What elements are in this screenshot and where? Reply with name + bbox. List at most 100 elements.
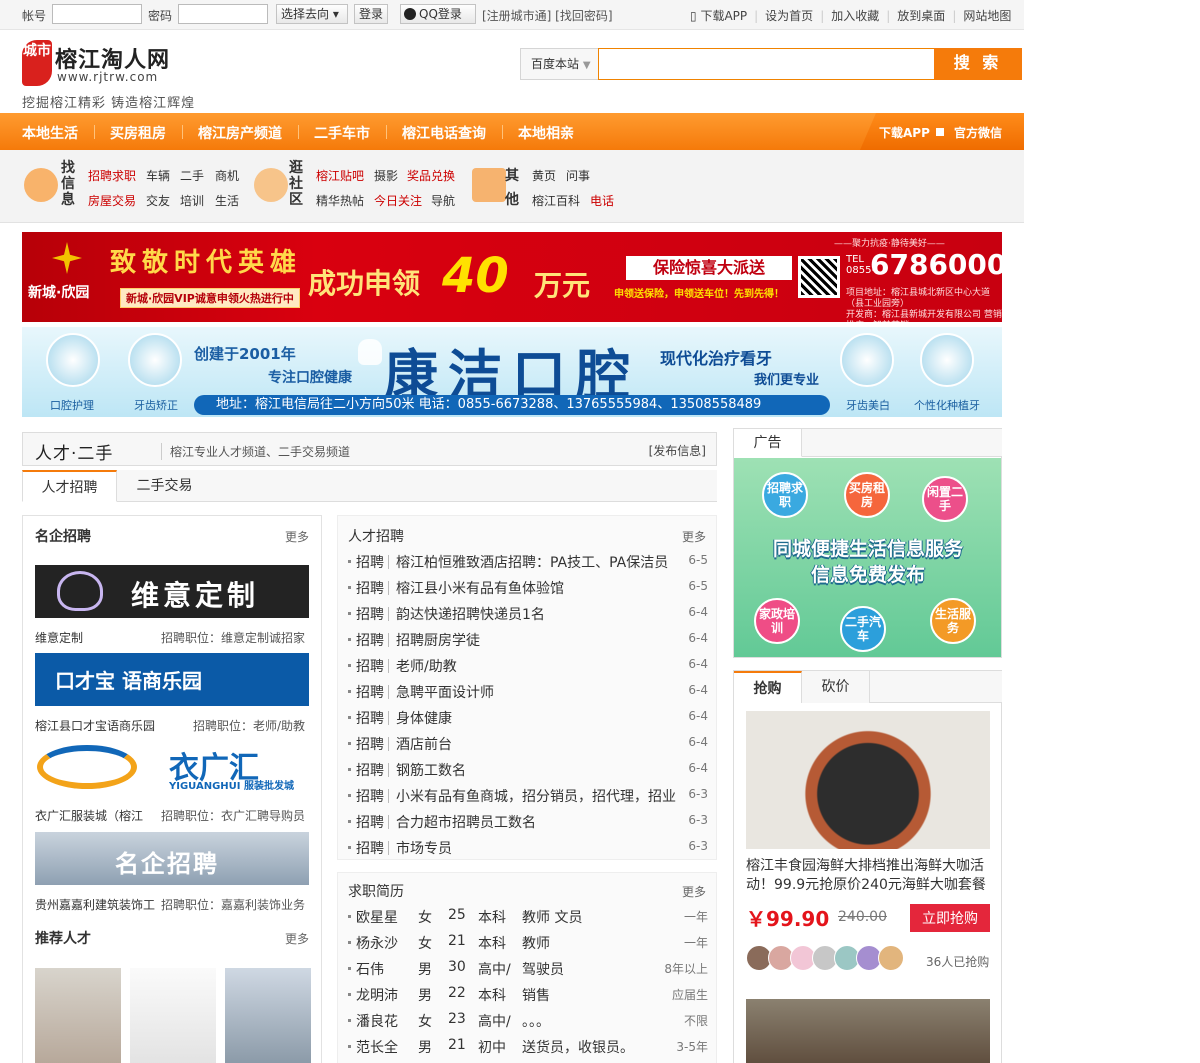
job-row[interactable]: 招聘 钢筋工数名 6-4: [348, 760, 708, 780]
job-row[interactable]: 招聘 合力超市招聘员工数名 6-3: [348, 812, 708, 832]
publish-link[interactable]: [发布信息]: [649, 442, 706, 459]
corp-logo-3[interactable]: 衣广汇 YIGUANGHUI 服装批发城: [35, 741, 309, 794]
job-title[interactable]: 钢筋工数名: [396, 760, 676, 780]
tab-flash-buy[interactable]: 抢购: [734, 671, 802, 703]
job-row[interactable]: 招聘 小米有品有鱼商城，招分销员，招代理，招业 6-3: [348, 786, 708, 806]
job-row[interactable]: 招聘 老师/助教 6-4: [348, 656, 708, 676]
resume-row[interactable]: 石伟 男 30 高中/驾驶员 8年以上: [348, 959, 708, 979]
tab-second-hand[interactable]: 二手交易: [117, 470, 212, 502]
corp-more-link[interactable]: 更多: [285, 528, 309, 545]
cat-wiki[interactable]: 榕江百科: [532, 192, 580, 209]
buy-now-button[interactable]: 立即抢购: [910, 904, 990, 932]
nav-wechat[interactable]: 官方微信: [954, 124, 1002, 141]
cat-phone[interactable]: 电话: [590, 192, 614, 209]
desktop-link[interactable]: 放到桌面: [897, 9, 945, 23]
job-title[interactable]: 小米有品有鱼商城，招分销员，招代理，招业: [396, 786, 676, 806]
cat-housing[interactable]: 房屋交易: [88, 192, 136, 209]
cat-navigation[interactable]: 导航: [431, 192, 455, 209]
corp-logo-2[interactable]: 口才宝 语商乐园: [35, 653, 309, 706]
job-row[interactable]: 招聘 韵达快递招聘快递员1名 6-4: [348, 604, 708, 624]
job-title[interactable]: 榕江柏恒雅致酒店招聘：PA技工、PA保洁员: [396, 552, 676, 572]
add-favorite-link[interactable]: 加入收藏: [831, 9, 879, 23]
bullet-icon: [348, 1019, 351, 1022]
cat-jobs[interactable]: 招聘求职: [88, 167, 136, 184]
nav-real-estate[interactable]: 榕江房产频道: [198, 123, 282, 143]
job-row[interactable]: 招聘 榕江县小米有品有鱼体验馆 6-5: [348, 578, 708, 598]
corp-logo-4[interactable]: 名企招聘: [35, 832, 309, 885]
talent-photo[interactable]: [225, 968, 311, 1063]
corp-caption-4[interactable]: 贵州嘉嘉利建筑装饰工 招聘职位：嘉嘉利装饰业务: [35, 896, 309, 913]
talent-photo[interactable]: [130, 968, 216, 1063]
cat-training[interactable]: 培训: [180, 192, 204, 209]
sitemap-link[interactable]: 网站地图: [963, 9, 1011, 23]
corp-logo-1[interactable]: 维意定制: [35, 565, 309, 618]
nav-local-life[interactable]: 本地生活: [22, 123, 78, 143]
job-title[interactable]: 韵达快递招聘快递员1名: [396, 604, 676, 624]
resumes-more-link[interactable]: 更多: [682, 883, 706, 900]
resume-row[interactable]: 范长全 男 21 初中 送货员，收银员。 3-5年: [348, 1037, 708, 1057]
resume-row[interactable]: 杨永沙 女 21 本科 教师 一年: [348, 933, 708, 953]
cat-second-hand[interactable]: 二手: [180, 167, 204, 184]
cat-forum[interactable]: 榕江贴吧: [316, 167, 364, 184]
real-estate-banner[interactable]: 新城·欣园 致敬时代英雄 新城·欣园VIP诚意申领火热进行中 成功申领 40 万…: [22, 232, 1002, 322]
cat-today[interactable]: 今日关注: [374, 192, 422, 209]
talent-photo[interactable]: [35, 968, 121, 1063]
nav-phone-lookup[interactable]: 榕江电话查询: [402, 123, 486, 143]
job-row[interactable]: 招聘 榕江柏恒雅致酒店招聘：PA技工、PA保洁员 6-5: [348, 552, 708, 572]
product-image-2[interactable]: [746, 999, 990, 1063]
cat-hot-posts[interactable]: 精华热帖: [316, 192, 364, 209]
job-row[interactable]: 招聘 身体健康 6-4: [348, 708, 708, 728]
product-image[interactable]: [746, 711, 990, 849]
site-logo[interactable]: 城市 榕江淘人网 www.rjtrw.com: [22, 40, 172, 90]
resumes-title: 求职简历: [348, 884, 404, 900]
job-row[interactable]: 招聘 市场专员 6-3: [348, 838, 708, 858]
job-row[interactable]: 招聘 急聘平面设计师 6-4: [348, 682, 708, 702]
destination-select[interactable]: 选择去向 ▾: [276, 4, 348, 24]
dental-banner[interactable]: 口腔护理 牙齿矫正 创建于2001年 专注口腔健康 康洁口腔 现代化治疗看牙 我…: [22, 327, 1002, 417]
cat-business[interactable]: 商机: [215, 167, 239, 184]
search-input[interactable]: [598, 48, 935, 80]
password-input[interactable]: [178, 4, 268, 24]
job-row[interactable]: 招聘 酒店前台 6-4: [348, 734, 708, 754]
talent-more-link[interactable]: 更多: [285, 930, 309, 947]
qq-login-button[interactable]: QQ登录: [400, 4, 476, 24]
job-title[interactable]: 招聘厨房学徒: [396, 630, 676, 650]
nav-download-app[interactable]: 下载APP: [879, 124, 930, 141]
nav-housing[interactable]: 买房租房: [110, 123, 166, 143]
jobs-more-link[interactable]: 更多: [682, 528, 706, 545]
register-links[interactable]: [注册城市通] [找回密码]: [482, 7, 613, 24]
resume-row[interactable]: 潘良花 女 23 高中/ 。。。 不限: [348, 1011, 708, 1031]
job-row[interactable]: 招聘 招聘厨房学徒 6-4: [348, 630, 708, 650]
nav-used-cars[interactable]: 二手车市: [314, 123, 370, 143]
login-button[interactable]: 登录: [354, 4, 389, 24]
nav-dating[interactable]: 本地相亲: [518, 123, 574, 143]
cat-vehicles[interactable]: 车辆: [146, 167, 170, 184]
job-title[interactable]: 市场专员: [396, 838, 676, 858]
job-title[interactable]: 榕江县小米有品有鱼体验馆: [396, 578, 676, 598]
account-input[interactable]: [52, 4, 142, 24]
corp-caption-2[interactable]: 榕江县口才宝语商乐园 招聘职位：老师/助教: [35, 717, 309, 734]
corp-caption-3[interactable]: 衣广汇服装城（榕江 招聘职位：衣广汇聘导购员: [35, 807, 309, 824]
tab-bargain[interactable]: 砍价: [802, 671, 870, 703]
job-title[interactable]: 老师/助教: [396, 656, 676, 676]
cat-yellow-pages[interactable]: 黄页: [532, 167, 556, 184]
download-app-link[interactable]: 下载APP: [700, 9, 747, 23]
search-button[interactable]: 搜 索: [934, 48, 1022, 80]
ad-image[interactable]: 招聘求职 买房租房 闲置二手 同城便捷生活信息服务 信息免费发布 家政培训 二手汽…: [734, 458, 1001, 657]
job-title[interactable]: 酒店前台: [396, 734, 676, 754]
search-scope-select[interactable]: 百度本站 ▼: [520, 48, 598, 80]
corp-caption-1[interactable]: 维意定制 招聘职位：维意定制诚招家: [35, 629, 309, 646]
resume-row[interactable]: 欧星星 女 25 本科 教师 文员 一年: [348, 907, 708, 927]
resume-row[interactable]: 龙明沛 男 22 本科 销售 应届生: [348, 985, 708, 1005]
job-title[interactable]: 身体健康: [396, 708, 676, 728]
set-homepage-link[interactable]: 设为首页: [765, 9, 813, 23]
cat-ask[interactable]: 问事: [566, 167, 590, 184]
cat-friends[interactable]: 交友: [146, 192, 170, 209]
tab-recruitment[interactable]: 人才招聘: [22, 470, 117, 502]
cat-prize[interactable]: 奖品兑换: [407, 167, 455, 184]
cat-life[interactable]: 生活: [215, 192, 239, 209]
product-name[interactable]: 榕江丰食园海鲜大排档推出海鲜大咖活动！99.9元抢原价240元海鲜大咖套餐: [746, 857, 990, 895]
job-title[interactable]: 急聘平面设计师: [396, 682, 676, 702]
job-title[interactable]: 合力超市招聘员工数名: [396, 812, 676, 832]
cat-photography[interactable]: 摄影: [374, 167, 398, 184]
